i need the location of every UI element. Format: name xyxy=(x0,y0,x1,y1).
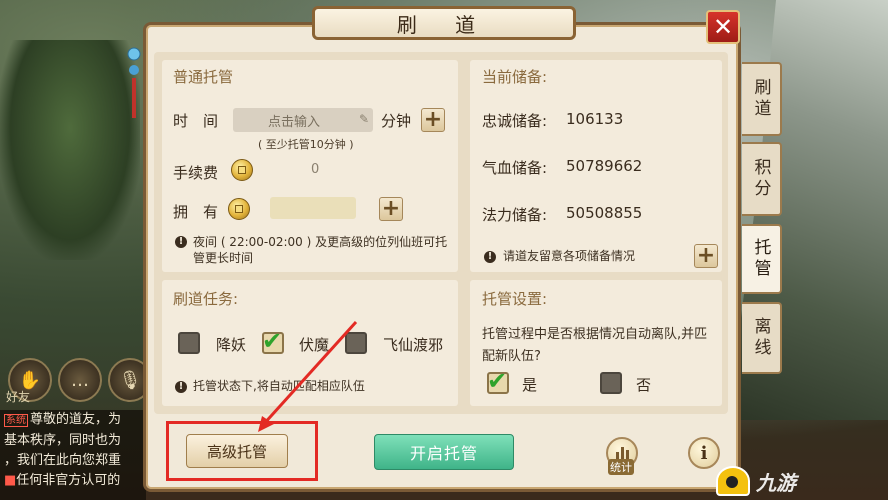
min-time-note: ( 至少托管10分钟 ) xyxy=(258,138,354,151)
mp-label: 法力储备: xyxy=(482,206,548,224)
watermark-logo-icon xyxy=(716,466,750,496)
task-checkbox-xiangyao[interactable] xyxy=(178,332,200,354)
settings-question: 托管过程中是否根据情况自动离队,并匹配新队伍? xyxy=(482,327,708,364)
tasks-title: 刷道任务: xyxy=(173,290,239,308)
warning-icon: ! xyxy=(175,381,187,393)
system-tag: 系统 xyxy=(4,414,28,427)
chat-bubble-icon[interactable]: … xyxy=(58,358,102,402)
fee-value: 0 xyxy=(311,162,320,177)
task-checkbox-feixian[interactable] xyxy=(345,332,367,354)
warning-icon: ! xyxy=(484,251,496,263)
task-label-xiangyao: 降妖 xyxy=(216,336,247,354)
time-input[interactable]: 点击输入 ✎ xyxy=(233,108,373,132)
task-checkbox-fumo[interactable]: ✔ xyxy=(262,327,284,355)
hp-value: 50789662 xyxy=(566,157,643,175)
yes-label: 是 xyxy=(522,376,538,394)
yes-checkbox[interactable]: ✔ xyxy=(487,367,509,395)
dialog-title: 刷 道 xyxy=(312,6,576,40)
owned-value-blurred xyxy=(270,197,356,219)
watermark-text: 九游 xyxy=(756,470,796,495)
coin-icon xyxy=(228,198,250,220)
tab-lixian[interactable]: 离线 xyxy=(742,302,782,374)
reserves-title: 当前储备: xyxy=(482,68,548,86)
tab-jifen[interactable]: 积分 xyxy=(742,142,782,216)
start-managed-button[interactable]: 开启托管 xyxy=(374,434,514,470)
no-checkbox[interactable] xyxy=(600,372,622,394)
reserves-note: 请道友留意各项储备情况 xyxy=(503,249,636,263)
night-note: 夜间 ( 22:00-02:00 ) 及更高级的位列仙班可托管更长时间 xyxy=(193,235,448,265)
add-coins-button[interactable]: + xyxy=(379,197,403,221)
hp-label: 气血储备: xyxy=(482,159,548,177)
chat-log[interactable]: 系统 尊敬的道友，为 基本秩序，同时也为 ，我们在此向您郑重 ■任何非官方认可的 xyxy=(0,410,146,500)
chat-line: ■任何非官方认可的 xyxy=(4,473,121,488)
warning-icon: ! xyxy=(175,236,187,248)
add-reserves-button[interactable]: + xyxy=(694,244,718,268)
friend-label: 好友 xyxy=(6,390,31,404)
task-label-fumo: 伏魔 xyxy=(299,336,330,354)
loyalty-label: 忠诚储备: xyxy=(482,112,548,130)
chat-line: 基本秩序，同时也为 xyxy=(4,433,122,448)
tab-tuoguan[interactable]: 托管 xyxy=(742,224,782,294)
owned-label: 拥 有 xyxy=(173,203,219,221)
pencil-icon: ✎ xyxy=(358,112,369,126)
no-label: 否 xyxy=(636,376,652,394)
highlight-box xyxy=(166,421,318,481)
background-tree xyxy=(0,40,140,260)
unit-label: 分钟 xyxy=(381,112,412,130)
loyalty-value: 106133 xyxy=(566,110,624,128)
check-icon: ✔ xyxy=(487,367,508,395)
chat-line: ，我们在此向您郑重 xyxy=(4,453,122,468)
add-time-button[interactable]: + xyxy=(421,108,445,132)
mp-value: 50508855 xyxy=(566,204,643,222)
managed-title: 普通托管 xyxy=(173,68,234,86)
check-icon: ✔ xyxy=(262,327,283,355)
close-button[interactable]: ✕ xyxy=(706,10,740,44)
tasks-note: 托管状态下,将自动匹配相应队伍 xyxy=(193,379,365,393)
time-label: 时 间 xyxy=(173,112,219,130)
stats-label: 统计 xyxy=(608,459,634,475)
chat-line: 系统 尊敬的道友，为 xyxy=(4,412,122,427)
settings-title: 托管设置: xyxy=(482,290,548,308)
watermark: 九游 xyxy=(716,462,888,500)
tab-shuadao[interactable]: 刷道 xyxy=(742,62,782,136)
coin-icon xyxy=(231,159,253,181)
task-label-feixian: 飞仙渡邪 xyxy=(383,336,444,354)
fee-label: 手续费 xyxy=(173,164,219,182)
tassel-ornament-icon xyxy=(127,47,141,118)
